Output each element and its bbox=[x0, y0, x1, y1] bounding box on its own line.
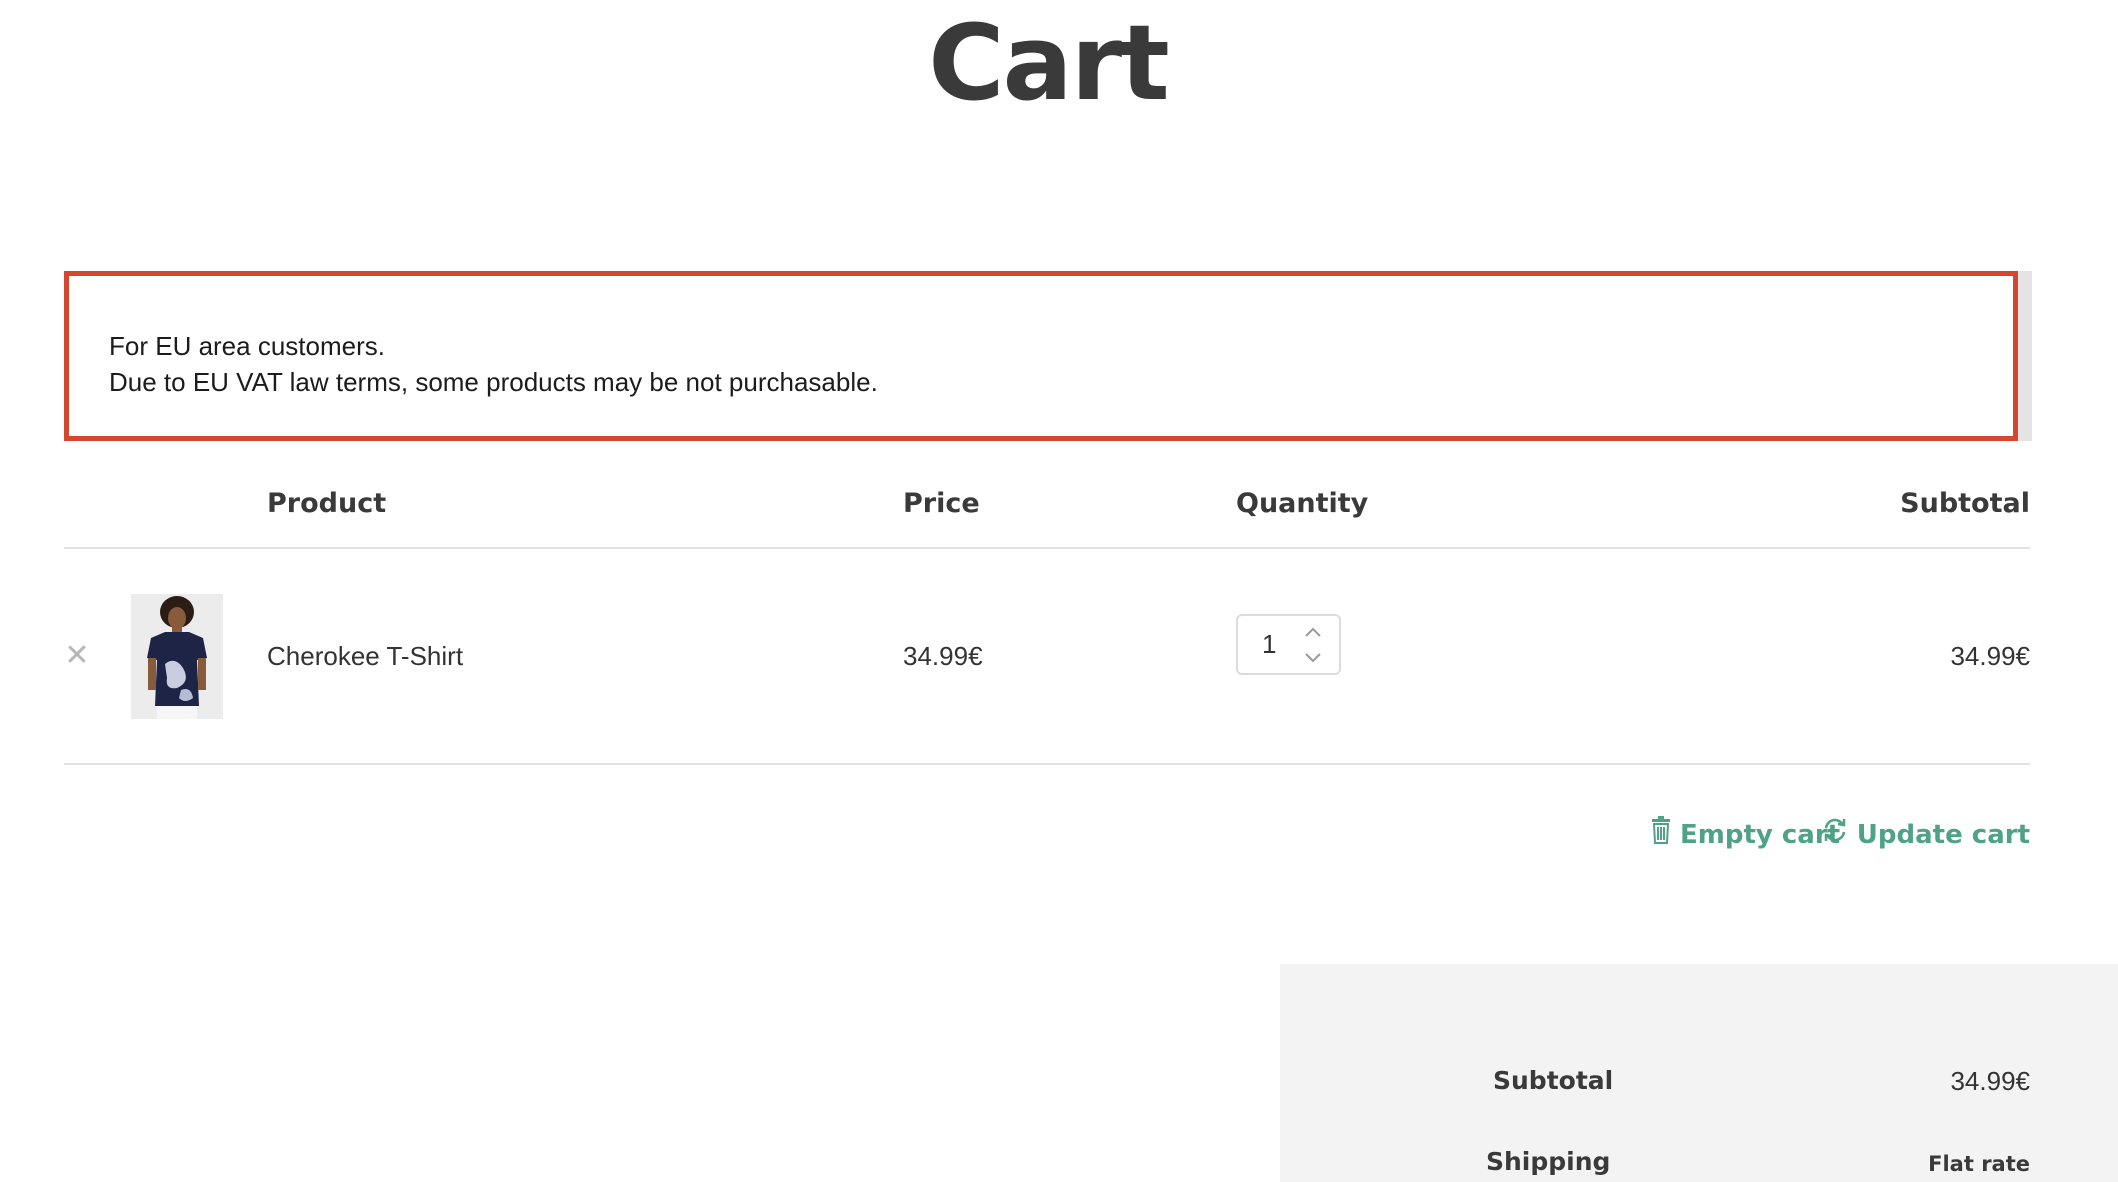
trash-icon bbox=[1650, 816, 1680, 854]
update-cart-label: Update cart bbox=[1856, 820, 2030, 850]
product-name[interactable]: Cherokee T-Shirt bbox=[267, 638, 463, 674]
update-cart-button[interactable]: Update cart bbox=[1821, 816, 2030, 854]
empty-cart-label: Empty cart bbox=[1680, 820, 1841, 850]
totals-shipping-label: Shipping bbox=[1486, 1147, 1611, 1176]
header-divider bbox=[64, 547, 2030, 549]
cart-totals: Subtotal 34.99€ Shipping Flat rate bbox=[1280, 964, 2118, 1182]
row-subtotal: 34.99€ bbox=[1950, 641, 2030, 671]
quantity-value[interactable]: 1 bbox=[1262, 626, 1276, 662]
page-title: Cart bbox=[928, 2, 1170, 124]
column-header-quantity: Quantity bbox=[1236, 488, 1369, 519]
close-icon[interactable]: ✕ bbox=[62, 638, 92, 674]
row-divider bbox=[64, 763, 2030, 765]
notice-line-1: For EU area customers. bbox=[109, 331, 385, 361]
product-photo bbox=[131, 594, 223, 719]
product-thumbnail[interactable] bbox=[131, 594, 223, 719]
eu-vat-notice: For EU area customers. Due to EU VAT law… bbox=[64, 271, 2018, 441]
totals-subtotal-label: Subtotal bbox=[1493, 1066, 1614, 1095]
empty-cart-button[interactable]: Empty cart bbox=[1650, 816, 1840, 854]
totals-subtotal-value: 34.99€ bbox=[1950, 1066, 2030, 1096]
totals-shipping-value: Flat rate bbox=[1928, 1152, 2030, 1176]
chevron-down-icon[interactable] bbox=[1298, 646, 1328, 668]
product-price: 34.99€ bbox=[903, 641, 983, 671]
notice-line-2: Due to EU VAT law terms, some products m… bbox=[109, 367, 878, 397]
quantity-stepper[interactable]: 1 bbox=[1236, 614, 1341, 675]
column-header-subtotal: Subtotal bbox=[1900, 488, 2030, 519]
column-header-price: Price bbox=[903, 488, 980, 519]
column-header-product: Product bbox=[267, 488, 387, 519]
chevron-up-icon[interactable] bbox=[1298, 622, 1328, 644]
refresh-icon bbox=[1821, 816, 1857, 854]
